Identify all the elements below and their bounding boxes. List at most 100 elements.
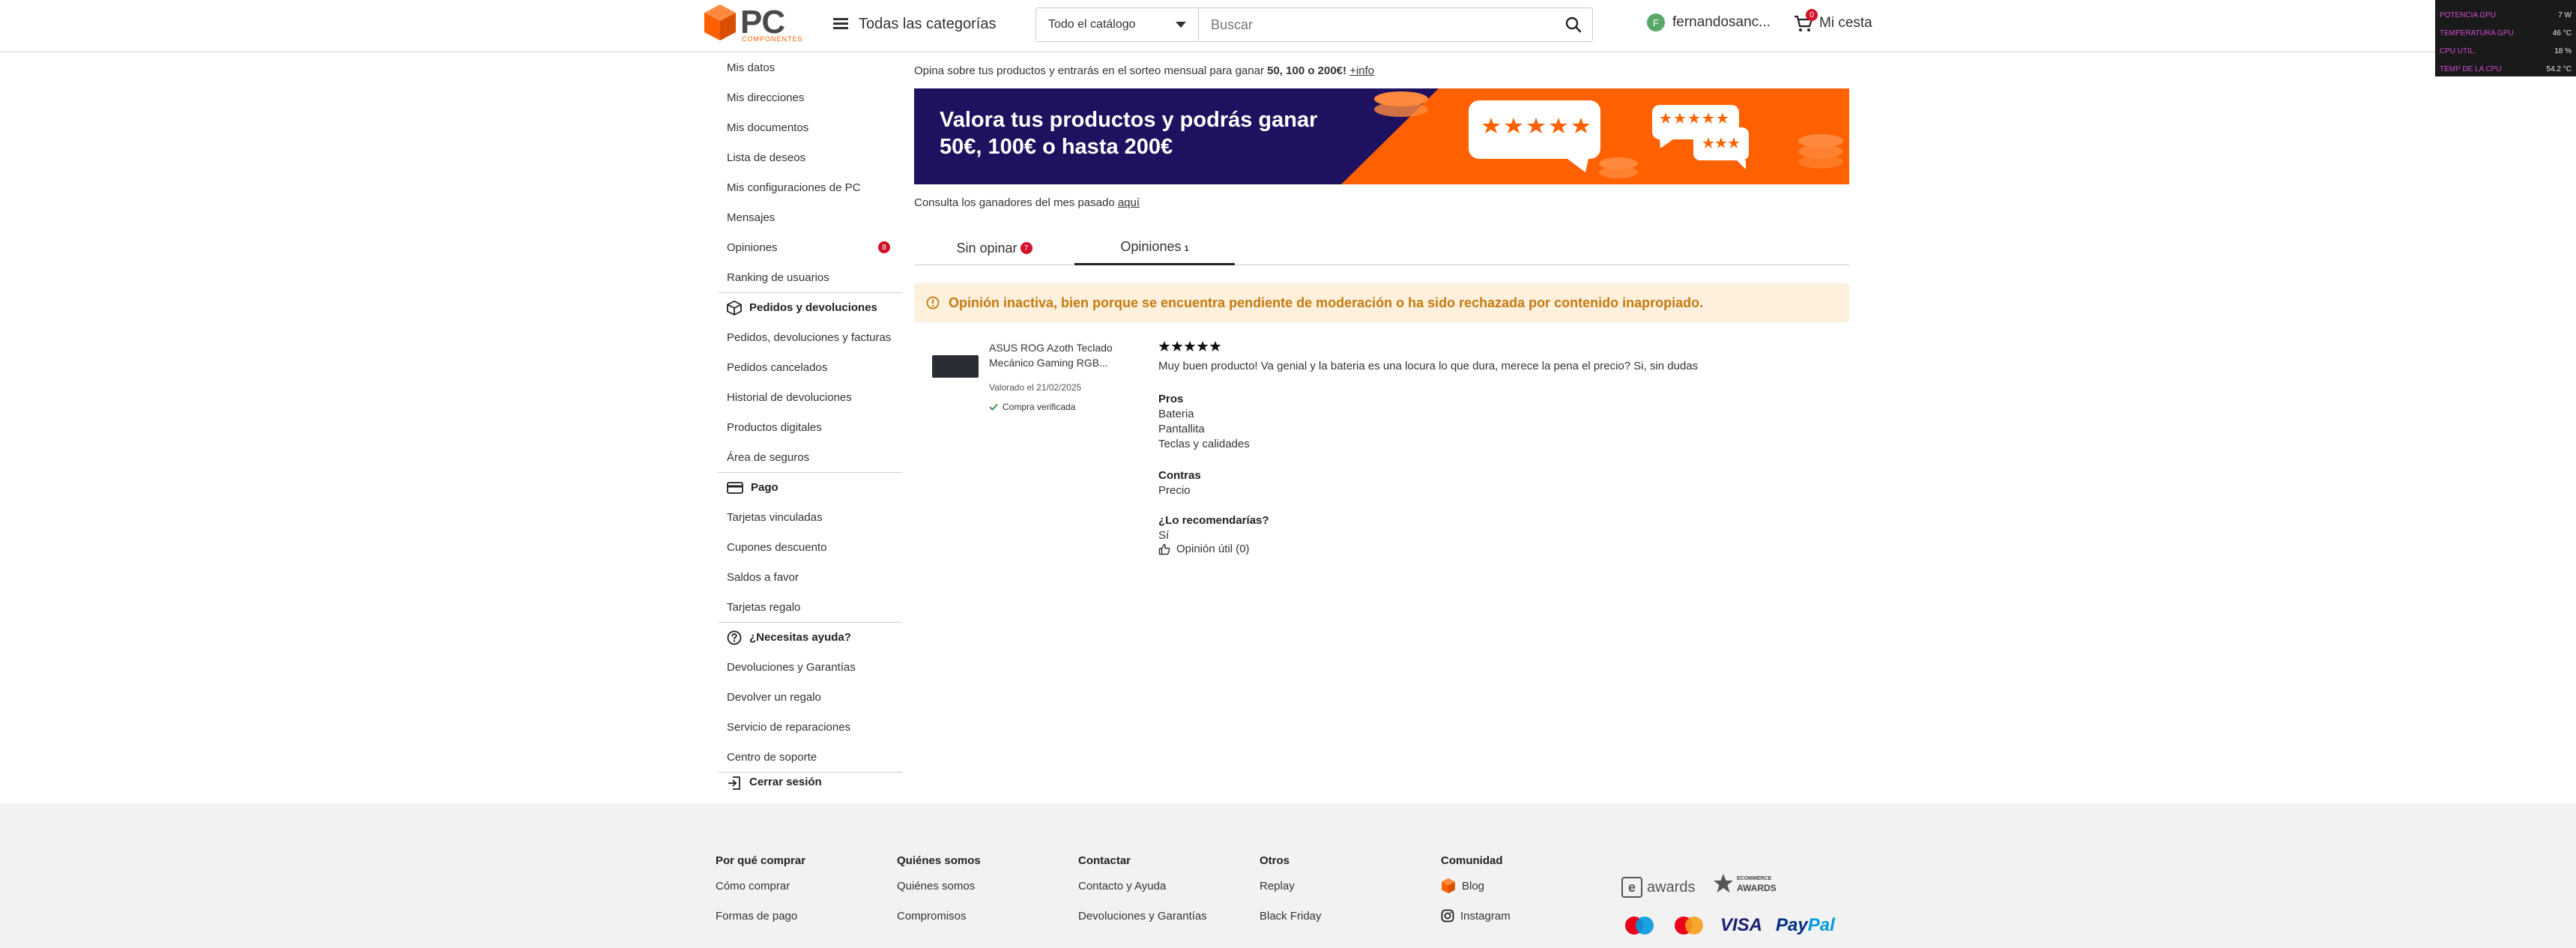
review-text: Muy buen producto! Va genial y la bateri… <box>1158 360 1699 372</box>
rating-stars <box>1158 340 1221 352</box>
cart-button[interactable]: 0 Mi cesta <box>1792 9 1872 34</box>
footer-link[interactable]: Compromisos <box>897 901 981 931</box>
footer-column-title: Contactar <box>1078 854 1131 867</box>
logout-button[interactable]: Cerrar sesión <box>718 772 902 793</box>
footer-link[interactable]: Replay <box>1260 871 1322 901</box>
sidebar-item-opiniones[interactable]: Opiniones 8 <box>718 232 902 262</box>
promo-info-link[interactable]: +info <box>1349 64 1374 77</box>
monitor-value: 7 W <box>2558 10 2572 19</box>
sidebar-item-tarjetas-regalo[interactable]: Tarjetas regalo <box>718 592 902 622</box>
warning-circle-icon <box>926 296 940 310</box>
tab-sin-opinar[interactable]: Sin opinar 7 <box>914 231 1074 265</box>
help-circle-icon <box>727 630 742 644</box>
reviews-count: 1 <box>1184 244 1189 253</box>
promo-text: Opina sobre tus productos y entrarás en … <box>914 64 1374 77</box>
sidebar-item-mensajes[interactable]: Mensajes <box>718 202 902 232</box>
useful-review-button[interactable]: Opinión útil (0) <box>1158 543 1250 555</box>
winners-prefix: Consulta los ganadores del mes pasado <box>914 196 1118 209</box>
awards-and-payments: e awards ECOMMERCE AWARDS VISA PayPal <box>1621 871 1854 946</box>
monitor-value: 18 % <box>2554 46 2572 55</box>
all-categories-button[interactable]: Todas las categorías <box>833 12 996 36</box>
sidebar-item-saldos[interactable]: Saldos a favor <box>718 562 902 592</box>
verified-label: Compra verificada <box>1003 402 1076 412</box>
ecommerce-awards-line: AWARDS <box>1737 883 1777 893</box>
useful-label: Opinión útil (0) <box>1176 543 1250 555</box>
sidebar-item-devoluciones-garantias[interactable]: Devoluciones y Garantías <box>718 652 902 682</box>
footer-link[interactable]: Devoluciones y Garantías <box>1078 901 1207 931</box>
recommend-title: ¿Lo recomendarías? <box>1158 514 1269 527</box>
sidebar-item-devolver-regalo[interactable]: Devolver un regalo <box>718 682 902 712</box>
eawards-badge: e awards <box>1621 877 1695 898</box>
mastercard-icon <box>1675 917 1703 935</box>
sidebar-item-lista-deseos[interactable]: Lista de deseos <box>718 142 902 172</box>
sidebar-item-cancelados[interactable]: Pedidos cancelados <box>718 352 902 382</box>
pros-item: Bateria <box>1158 408 1194 420</box>
star-icon <box>1197 341 1209 351</box>
sidebar-item-mis-datos[interactable]: Mis datos <box>718 52 902 82</box>
box-icon <box>727 300 742 316</box>
sidebar-item-configuraciones-pc[interactable]: Mis configuraciones de PC <box>718 172 902 202</box>
sidebar-item-mis-direcciones[interactable]: Mis direcciones <box>718 82 902 112</box>
footer-column: Quiénes somos Quiénes somos Compromisos <box>897 854 981 931</box>
search-input[interactable] <box>1199 8 1555 41</box>
sidebar-item-cupones[interactable]: Cupones descuento <box>718 532 902 562</box>
sidebar-item-reparaciones[interactable]: Servicio de reparaciones <box>718 712 902 742</box>
footer-link[interactable]: Quiénes somos <box>897 871 981 901</box>
winners-link[interactable]: aquí <box>1118 196 1140 209</box>
logo-subtitle: COMPONENTES <box>742 35 803 43</box>
sidebar-section-help: ¿Necesitas ayuda? <box>718 622 902 652</box>
visa-logo: VISA <box>1720 915 1763 935</box>
promo-banner[interactable]: Valora tus productos y podrás ganar 50€,… <box>914 88 1849 184</box>
footer-link-instagram[interactable]: Instagram <box>1441 901 1511 931</box>
sidebar-item-historial-devoluciones[interactable]: Historial de devoluciones <box>718 382 902 412</box>
sidebar-item-centro-soporte[interactable]: Centro de soporte <box>718 742 902 772</box>
tab-label: Opiniones <box>1120 239 1182 254</box>
credit-card-icon <box>727 481 743 494</box>
catalog-select[interactable]: Todo el catálogo <box>1036 8 1199 41</box>
footer-link[interactable]: Cómo comprar <box>716 871 805 901</box>
ecommerce-awards-badge: ECOMMERCE AWARDS <box>1713 872 1777 895</box>
ecommerce-awards-text: ECOMMERCE AWARDS <box>1737 874 1777 893</box>
star-icon <box>1209 341 1221 351</box>
sidebar-section-payment: Pago <box>718 472 902 502</box>
user-account-button[interactable]: F fernandosanc... <box>1647 13 1771 31</box>
check-icon <box>989 403 998 411</box>
footer-link[interactable]: Formas de pago <box>716 901 805 931</box>
product-image[interactable] <box>932 355 979 378</box>
paypal-logo-part: Pal <box>1807 915 1835 935</box>
product-name-line: Mecánico Gaming RGB... <box>989 357 1108 369</box>
catalog-select-value: Todo el catálogo <box>1048 18 1136 31</box>
pccomponentes-logo[interactable]: PC COMPONENTES <box>703 3 808 43</box>
sidebar-item-seguros[interactable]: Área de seguros <box>718 442 902 472</box>
tab-opiniones[interactable]: Opiniones 1 <box>1074 231 1235 265</box>
review-date: Valorado el 21/02/2025 <box>989 382 1082 393</box>
footer-link[interactable]: Contacto y Ayuda <box>1078 871 1207 901</box>
product-name[interactable]: ASUS ROG Azoth Teclado Mecánico Gaming R… <box>989 340 1124 370</box>
footer-link-blog[interactable]: Blog <box>1441 871 1511 901</box>
search-button[interactable] <box>1555 8 1592 41</box>
payment-methods: VISA PayPal <box>1621 914 1835 937</box>
monitor-row: CPU UTIL. 18 % <box>2440 43 2572 58</box>
sidebar-item-ranking[interactable]: Ranking de usuarios <box>718 262 902 292</box>
sidebar-item-mis-documentos[interactable]: Mis documentos <box>718 112 902 142</box>
sidebar-item-tarjetas[interactable]: Tarjetas vinculadas <box>718 502 902 532</box>
monitor-row: POTENCIA GPU 7 W <box>2440 7 2572 22</box>
hardware-monitor-overlay: POTENCIA GPU 7 W TEMPERATURA GPU 46 °C C… <box>2435 0 2576 76</box>
chevron-down-icon <box>1176 22 1186 28</box>
logout-label: Cerrar sesión <box>749 776 822 788</box>
footer-link[interactable]: Black Friday <box>1260 901 1322 931</box>
footer-column: Comunidad Blog Instagram <box>1441 854 1511 931</box>
sidebar-item-productos-digitales[interactable]: Productos digitales <box>718 412 902 442</box>
search-bar: Todo el catálogo <box>1035 7 1593 42</box>
eawards-label: awards <box>1647 878 1696 896</box>
sidebar-section-title: Pago <box>751 481 778 494</box>
sidebar-section-title: ¿Necesitas ayuda? <box>749 631 851 644</box>
sidebar-item-pedidos[interactable]: Pedidos, devoluciones y facturas <box>718 322 902 352</box>
monitor-row: TEMPERATURA GPU 46 °C <box>2440 25 2572 40</box>
cube-logo-icon <box>704 4 736 40</box>
footer-link-label: Instagram <box>1460 909 1511 923</box>
user-name: fernandosanc... <box>1672 14 1771 30</box>
paypal-logo: PayPal <box>1776 915 1835 936</box>
footer-column-title: Por qué comprar <box>716 854 806 867</box>
inactive-review-alert: Opinión inactiva, bien porque se encuent… <box>914 283 1849 322</box>
